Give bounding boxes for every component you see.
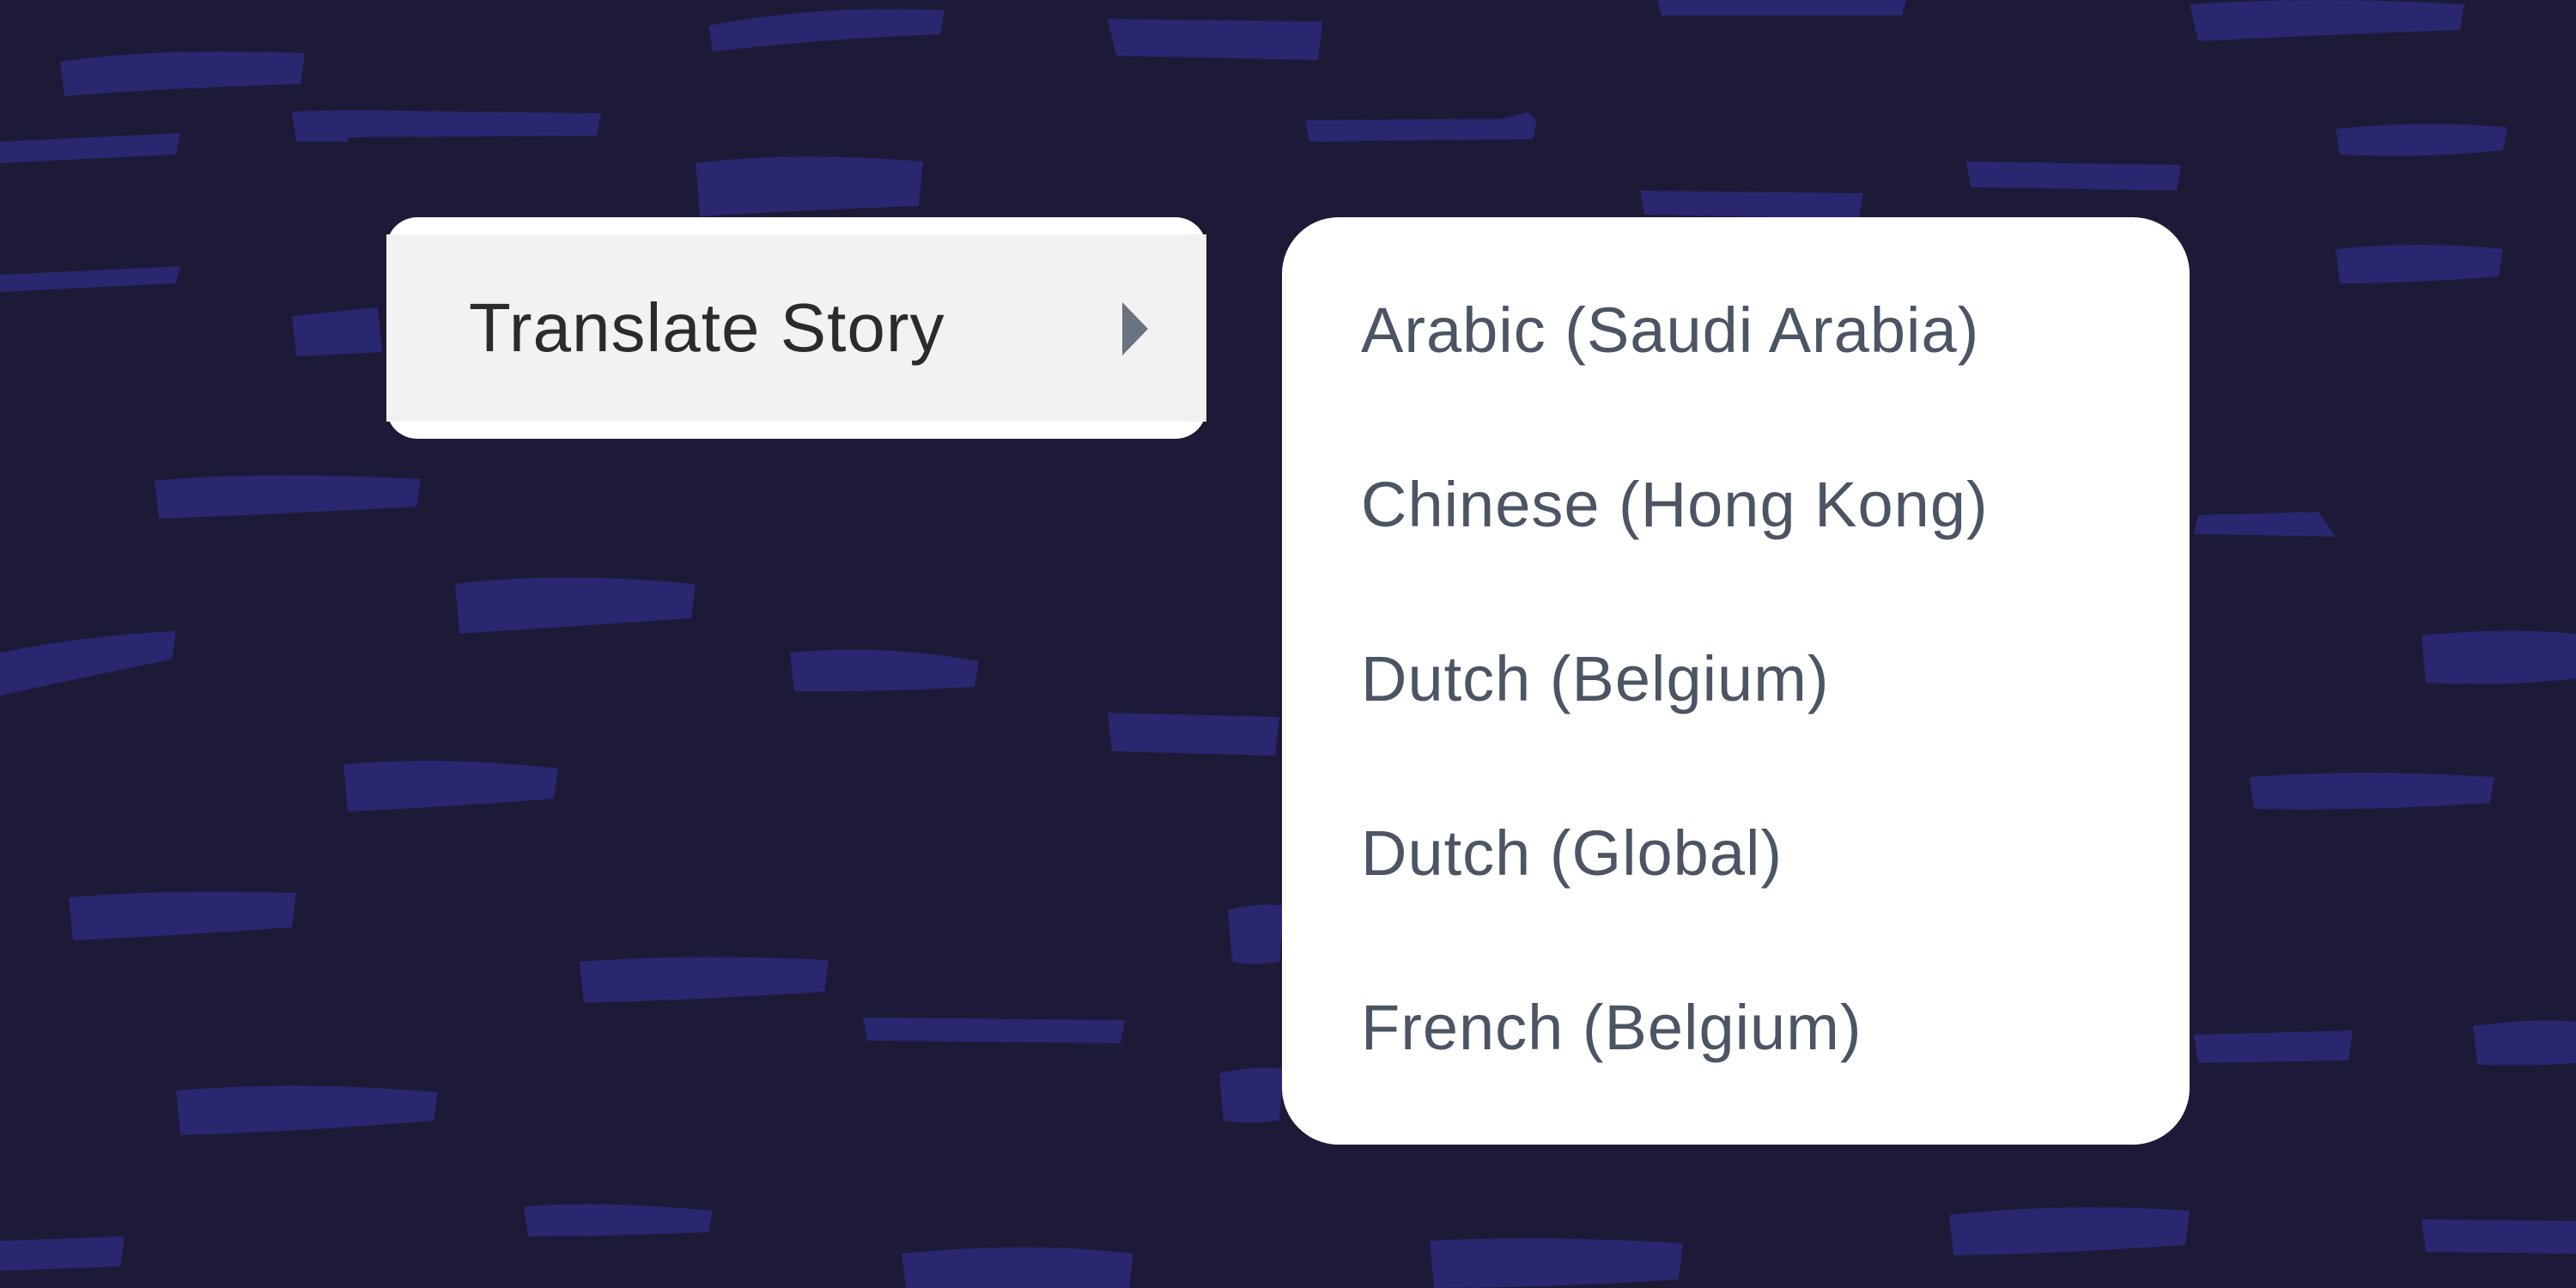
submenu-item-arabic-saudi-arabia[interactable]: Arabic (Saudi Arabia) xyxy=(1282,243,2190,417)
submenu-item-label: Dutch (Belgium) xyxy=(1361,643,1830,714)
submenu-item-label: French (Belgium) xyxy=(1361,992,1862,1063)
submenu-item-dutch-global[interactable]: Dutch (Global) xyxy=(1282,766,2190,940)
submenu-item-french-belgium[interactable]: French (Belgium) xyxy=(1282,940,2190,1115)
caret-right-icon xyxy=(1122,302,1148,355)
context-menu: Translate Story xyxy=(386,217,1206,439)
submenu-item-dutch-belgium[interactable]: Dutch (Belgium) xyxy=(1282,592,2190,766)
language-submenu: Arabic (Saudi Arabia) Chinese (Hong Kong… xyxy=(1282,217,2190,1145)
menu-item-label: Translate Story xyxy=(469,289,945,366)
submenu-item-chinese-hong-kong[interactable]: Chinese (Hong Kong) xyxy=(1282,417,2190,592)
submenu-item-label: Chinese (Hong Kong) xyxy=(1361,469,1989,540)
menu-item-translate-story[interactable]: Translate Story xyxy=(386,234,1206,422)
submenu-item-label: Dutch (Global) xyxy=(1361,817,1783,889)
app-background: Translate Story Arabic (Saudi Arabia) Ch… xyxy=(0,0,2576,1288)
submenu-item-label: Arabic (Saudi Arabia) xyxy=(1361,295,1980,366)
